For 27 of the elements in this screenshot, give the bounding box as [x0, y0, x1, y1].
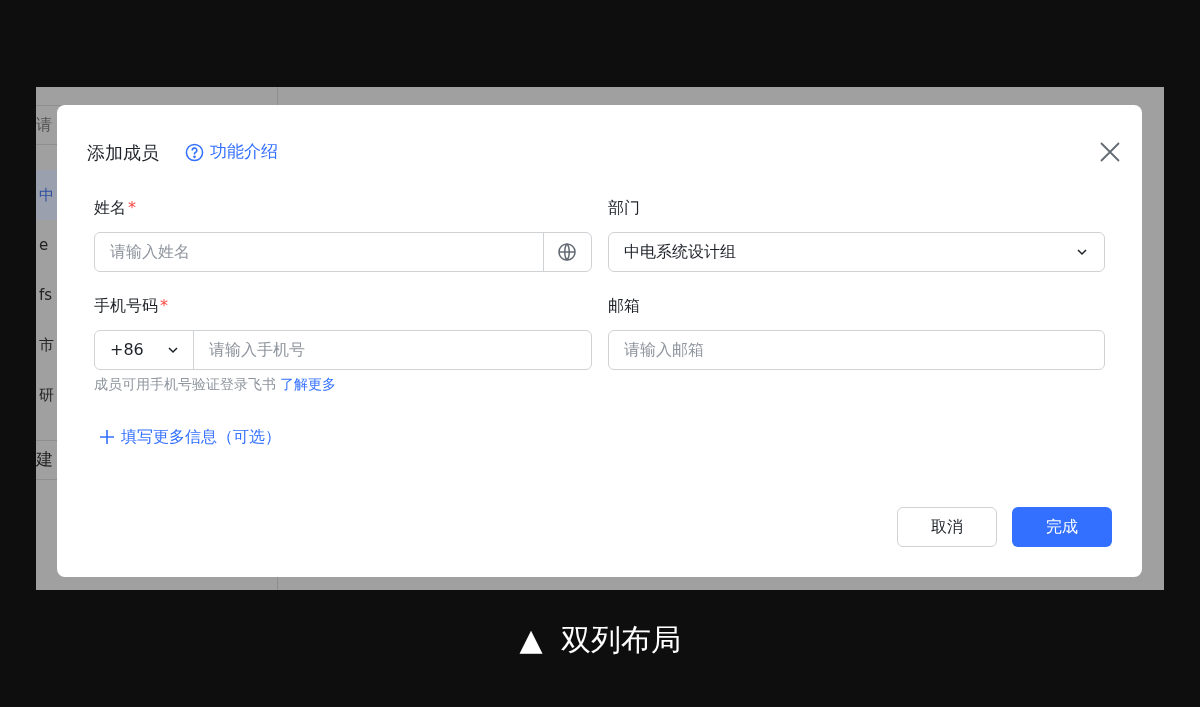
plus-icon — [99, 429, 115, 445]
globe-icon — [557, 242, 577, 262]
hint-text: 成员可用手机号验证登录飞书 — [94, 376, 276, 392]
phone-input[interactable]: 请输入手机号 — [194, 331, 591, 369]
text-field[interactable]: 请输入姓名 — [94, 232, 592, 272]
department-select[interactable]: 中电系统设计组 — [607, 232, 1105, 272]
phone-field[interactable]: +86 请输入手机号 — [94, 330, 592, 370]
field-label: 姓名 — [94, 197, 126, 219]
text-field[interactable]: 请输入邮箱 — [607, 330, 1105, 370]
caption-mark: ▲ — [519, 621, 543, 659]
learn-more-link[interactable]: 了解更多 — [280, 376, 337, 392]
field-label: 部门 — [607, 197, 640, 219]
confirm-button[interactable]: 完成 — [1012, 507, 1112, 547]
field-label: 邮箱 — [607, 295, 640, 317]
field-label: 手机号码 — [94, 295, 158, 317]
help-icon — [185, 142, 204, 162]
text-input[interactable]: 请输入邮箱 — [623, 339, 1089, 361]
add-more-info-link[interactable]: 填写更多信息（可选） — [99, 425, 281, 449]
dialog-title: 添加成员 — [87, 140, 159, 165]
caption-text: 双列布局 — [560, 621, 681, 659]
country-code-select[interactable]: +86 — [95, 331, 194, 369]
required-mark: * — [128, 197, 136, 219]
required-mark: * — [160, 295, 168, 317]
help-link[interactable]: 功能介绍 — [185, 139, 278, 165]
close-button[interactable] — [1098, 140, 1122, 164]
text-input[interactable]: 请输入姓名 — [110, 241, 528, 263]
cancel-button[interactable]: 取消 — [897, 507, 997, 547]
